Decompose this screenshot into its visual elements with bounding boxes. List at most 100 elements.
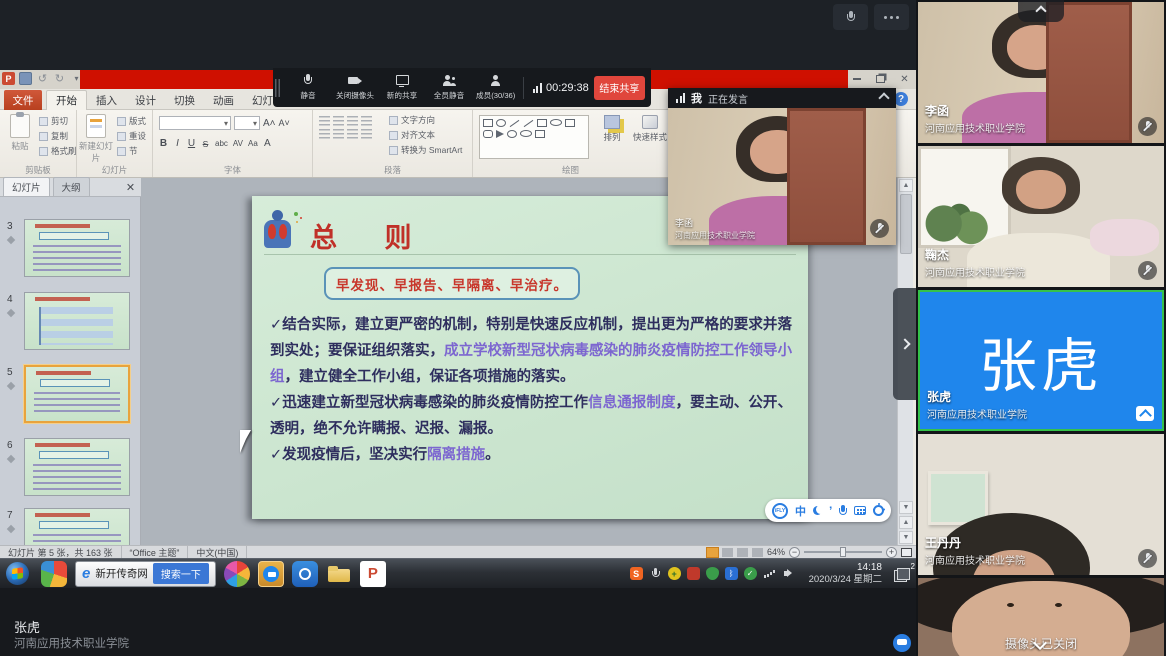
font-style-button[interactable]: S <box>201 139 210 149</box>
ribbon-item[interactable]: 格式刷 <box>39 145 77 157</box>
tab-设计[interactable]: 设计 <box>126 90 165 110</box>
slide-thumbnail-6[interactable]: 6 <box>0 438 141 498</box>
tray-mic-icon[interactable] <box>649 567 662 580</box>
ribbon-item[interactable]: 版式 <box>117 115 146 127</box>
bluetooth-icon[interactable]: ᛒ <box>725 567 738 580</box>
toolbar-members-button[interactable]: 成员(30/36) <box>472 70 519 106</box>
restore-button[interactable] <box>873 73 888 85</box>
toolbar-camera-button[interactable]: 关闭摄像头 <box>331 70 378 106</box>
zoom-slider[interactable] <box>804 551 882 553</box>
scroll-up-arrow[interactable]: ▲ <box>899 179 913 192</box>
ie-browser-taskbar-button[interactable]: e 新开传奇网 搜索一下 <box>75 561 216 587</box>
save-icon[interactable] <box>19 72 32 85</box>
zoom-slider-thumb[interactable] <box>840 547 846 557</box>
help-button[interactable]: ? <box>894 92 908 106</box>
grow-font-icon[interactable]: A˄ <box>263 118 276 129</box>
voice-input-icon[interactable] <box>839 505 847 517</box>
more-options-button[interactable] <box>874 4 909 30</box>
tab-slides-panel[interactable]: 幻灯片 <box>3 177 50 196</box>
tab-动画[interactable]: 动画 <box>204 90 243 110</box>
chinese-mode-icon[interactable]: 中 <box>795 503 806 519</box>
chat-button[interactable] <box>893 634 911 652</box>
tab-插入[interactable]: 插入 <box>87 90 126 110</box>
file-explorer-icon[interactable] <box>326 561 352 587</box>
font-style-button[interactable]: B <box>159 138 168 149</box>
ribbon-item[interactable]: 重设 <box>117 130 146 142</box>
quick-styles-button[interactable]: 快速样式 <box>633 115 667 143</box>
participant-tile-王丹丹[interactable]: 王丹丹河南应用技术职业学院 <box>918 434 1164 575</box>
new-slide-button[interactable]: 新建幻灯片 <box>79 114 113 164</box>
slideshow-view-button[interactable] <box>752 548 763 557</box>
scroll-down-arrow[interactable]: ▼ <box>899 501 913 514</box>
slide-thumbnail-4[interactable]: 4 <box>0 292 141 352</box>
panel-close-icon[interactable]: ✕ <box>124 181 137 194</box>
slide-sorter-view-button[interactable] <box>722 548 733 557</box>
scrollbar-thumb[interactable] <box>900 194 912 254</box>
font-style-button[interactable]: AV <box>233 139 243 148</box>
slide-thumbnail-5[interactable]: 5 <box>0 365 141 425</box>
phone-app-icon[interactable] <box>292 561 318 587</box>
toolbar-mic-button[interactable]: 静音 <box>284 70 331 106</box>
end-share-button[interactable]: 结束共享 <box>594 76 645 100</box>
font-name-select[interactable]: ▾ <box>159 116 231 130</box>
ribbon-item[interactable]: 剪切 <box>39 115 77 127</box>
network-signal-icon[interactable] <box>763 567 776 580</box>
sidebar-expand-handle[interactable] <box>893 288 916 400</box>
taskbar-clock[interactable]: 14:18 2020/3/24 星期二 <box>809 562 882 586</box>
safety-center-icon[interactable]: + <box>668 567 681 580</box>
ribbon-item[interactable]: 复制 <box>39 130 77 142</box>
mic-button[interactable] <box>833 4 868 30</box>
status-check-icon[interactable]: ✓ <box>744 567 757 580</box>
ribbon-item[interactable]: 节 <box>117 145 146 157</box>
normal-view-button[interactable] <box>707 548 718 557</box>
list-indent-icons[interactable] <box>319 116 383 139</box>
tab-outline-panel[interactable]: 大纲 <box>53 177 90 196</box>
ribbon-item[interactable]: 转换为 SmartArt <box>389 144 462 156</box>
font-style-button[interactable]: abc <box>215 139 228 148</box>
pinwheel-app-icon[interactable] <box>224 561 250 587</box>
minimize-button[interactable] <box>849 73 864 85</box>
shape-gallery[interactable] <box>479 115 589 159</box>
tab-file[interactable]: 文件 <box>4 90 42 110</box>
paste-button[interactable]: 粘贴 <box>3 114 37 152</box>
sidebar-collapse-button[interactable] <box>1018 0 1064 22</box>
search-button[interactable]: 搜索一下 <box>153 563 209 584</box>
font-style-button[interactable]: U <box>187 138 196 149</box>
font-style-button[interactable]: I <box>173 138 182 149</box>
font-style-button[interactable]: Aa <box>248 139 258 148</box>
reading-view-button[interactable] <box>737 548 748 557</box>
font-size-select[interactable]: ▾ <box>234 116 260 130</box>
colorful-app-icon[interactable] <box>41 561 67 587</box>
slide-thumbnail-7[interactable]: 7 <box>0 508 141 545</box>
participant-tile[interactable]: 摄像头已关闭 <box>918 578 1164 656</box>
participant-tile-张虎[interactable]: 张虎张虎河南应用技术职业学院 <box>918 290 1164 431</box>
speaker-overlay-header[interactable]: 我 正在发言 <box>668 88 896 108</box>
zoom-out-button[interactable]: − <box>789 547 800 558</box>
close-button[interactable]: ✕ <box>897 73 912 85</box>
shrink-font-icon[interactable]: A˅ <box>279 118 290 128</box>
drag-handle[interactable] <box>275 79 282 97</box>
start-button[interactable] <box>6 562 29 585</box>
arrange-button[interactable]: 排列 <box>595 115 629 143</box>
powerpoint-taskbar-button[interactable]: P <box>360 561 386 587</box>
ribbon-item[interactable]: 对齐文本 <box>389 129 462 141</box>
undo-icon[interactable]: ↺ <box>36 72 49 85</box>
tab-切换[interactable]: 切换 <box>165 90 204 110</box>
tab-开始[interactable]: 开始 <box>46 90 87 110</box>
settings-gear-icon[interactable] <box>873 505 884 516</box>
shield-icon[interactable] <box>706 567 719 580</box>
ribbon-item[interactable]: 文字方向 <box>389 114 462 126</box>
ifly-input-toolbar[interactable]: iFLY 中 ’ <box>765 499 891 522</box>
speaker-video[interactable]: 李函 河南应用技术职业学院 <box>668 108 896 245</box>
volume-icon[interactable] <box>782 567 795 580</box>
security-alert-icon[interactable] <box>687 567 700 580</box>
punctuation-icon[interactable]: ’ <box>829 504 832 518</box>
redo-icon[interactable]: ↻ <box>53 72 66 85</box>
slide-thumbnail-3[interactable]: 3 <box>0 219 141 279</box>
zoom-in-button[interactable]: + <box>886 547 897 558</box>
next-slide-button[interactable]: ▼ <box>899 531 913 544</box>
moon-icon[interactable] <box>813 506 822 515</box>
collapse-chevron-icon[interactable] <box>878 92 889 103</box>
sogou-input-icon[interactable]: S <box>630 567 643 580</box>
keyboard-icon[interactable] <box>854 506 866 515</box>
